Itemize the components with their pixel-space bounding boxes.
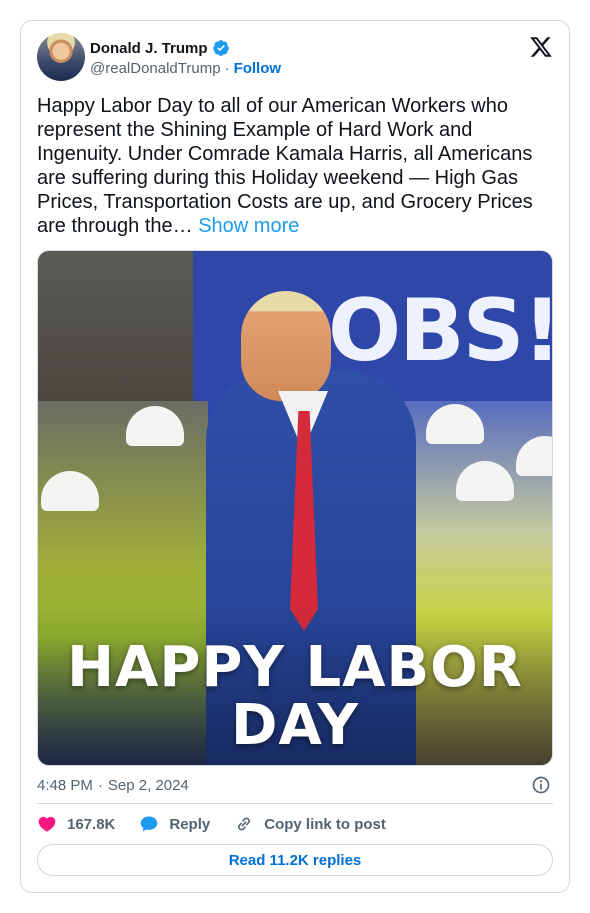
- copy-link-label: Copy link to post: [264, 815, 386, 833]
- read-replies-button[interactable]: Read 11.2K replies: [37, 844, 553, 876]
- time-separator: ·: [97, 776, 103, 794]
- action-bar: 167.8K Reply Copy link to post: [37, 814, 410, 834]
- author-handle[interactable]: @realDonaldTrump: [90, 60, 221, 77]
- x-logo-icon[interactable]: [529, 35, 553, 59]
- author-display-name[interactable]: Donald J. Trump: [90, 40, 208, 57]
- caption-line-1: HAPPY LABOR: [67, 635, 523, 700]
- caption-line-2: DAY: [230, 693, 359, 758]
- tweet-header: Donald J. Trump @realDonaldTrump · Follo…: [37, 33, 553, 83]
- heart-icon: [38, 816, 56, 832]
- tweet-card: Donald J. Trump @realDonaldTrump · Follo…: [20, 20, 570, 893]
- follow-button[interactable]: Follow: [234, 60, 282, 77]
- info-icon[interactable]: [531, 775, 551, 795]
- banner-text: OBS!: [328, 281, 553, 381]
- like-count: 167.8K: [67, 815, 116, 833]
- show-more-link[interactable]: Show more: [198, 215, 299, 237]
- figure-head: [241, 291, 331, 401]
- reply-label: Reply: [169, 815, 211, 833]
- tweet-media-image[interactable]: OBS! HAPPY LABOR DAY: [37, 250, 553, 766]
- copy-link-button[interactable]: Copy link to post: [234, 814, 386, 834]
- reply-button[interactable]: Reply: [139, 814, 210, 834]
- tweet-time[interactable]: 4:48 PM: [37, 777, 93, 794]
- like-button[interactable]: 167.8K: [37, 814, 115, 834]
- divider: [37, 803, 553, 804]
- tweet-text: Happy Labor Day to all of our American W…: [37, 94, 542, 238]
- timestamp-row: 4:48 PM · Sep 2, 2024: [37, 775, 553, 795]
- verified-badge-icon: [212, 40, 229, 56]
- handle-row: @realDonaldTrump · Follow: [90, 60, 281, 77]
- author-avatar[interactable]: [37, 33, 85, 81]
- media-caption: HAPPY LABOR DAY: [38, 639, 552, 755]
- speech-bubble-icon: [141, 816, 158, 832]
- author-names: Donald J. Trump @realDonaldTrump · Follo…: [90, 38, 281, 78]
- display-name-row: Donald J. Trump: [90, 38, 281, 58]
- link-icon: [238, 817, 251, 831]
- tweet-date[interactable]: Sep 2, 2024: [108, 777, 189, 794]
- handle-separator: ·: [224, 60, 230, 77]
